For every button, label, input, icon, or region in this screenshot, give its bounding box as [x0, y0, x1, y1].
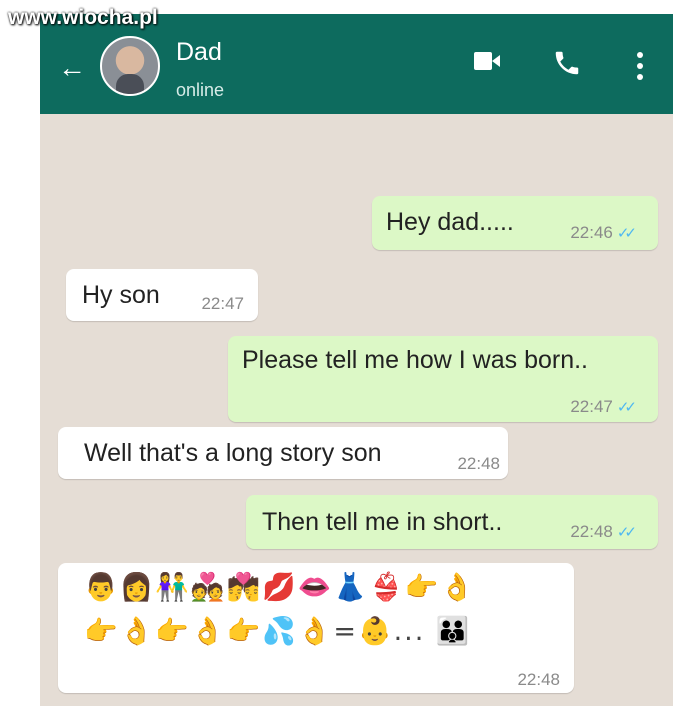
read-ticks-icon: ✓✓	[616, 524, 637, 541]
message-time: 22:47	[570, 397, 613, 416]
contact-status: online	[176, 80, 225, 100]
message-meta: 22:47 ✓✓	[570, 390, 637, 419]
message-time: 22:48	[457, 454, 500, 473]
message-text: Well that's a long story son	[84, 439, 382, 467]
read-ticks-icon: ✓✓	[616, 399, 637, 416]
message-text: Please tell me how I was born..	[242, 346, 588, 374]
chat-screen: ← Dad online Hey dad..... 22:46 ✓✓ Hy son…	[40, 14, 673, 706]
video-call-icon[interactable]	[474, 52, 500, 70]
more-options-icon[interactable]	[636, 52, 644, 82]
back-arrow-icon[interactable]: ←	[58, 52, 86, 84]
message-text: Hey dad.....	[386, 208, 514, 236]
avatar[interactable]	[100, 36, 160, 96]
message-text: Then tell me in short..	[262, 508, 503, 536]
emoji-line: 👨👩👫💑💏💋👄👗👙👉👌	[84, 572, 476, 603]
message-time: 22:47	[201, 294, 244, 313]
message-time: 22:46	[570, 223, 613, 242]
message-meta: 22:48 ✓✓	[570, 515, 637, 544]
message-time: 22:48	[570, 522, 613, 541]
phone-call-icon[interactable]	[552, 48, 582, 78]
message-meta: 22:48	[517, 663, 560, 692]
message-text: Hy son	[82, 281, 160, 309]
message-outgoing[interactable]: Please tell me how I was born.. 22:47 ✓✓	[228, 336, 658, 422]
message-incoming[interactable]: Hy son 22:47	[66, 269, 258, 321]
emoji-line: 👉👌👉👌👉💦👌=👶... 👪	[84, 616, 472, 647]
message-meta: 22:46 ✓✓	[570, 216, 637, 245]
message-outgoing[interactable]: Hey dad..... 22:46 ✓✓	[372, 196, 658, 250]
read-ticks-icon: ✓✓	[616, 225, 637, 242]
message-meta: 22:48	[457, 447, 500, 476]
message-meta: 22:47	[201, 287, 244, 316]
message-outgoing[interactable]: Then tell me in short.. 22:48 ✓✓	[246, 495, 658, 549]
message-incoming-emoji[interactable]: 👨👩👫💑💏💋👄👗👙👉👌 👉👌👉👌👉💦👌=👶... 👪 22:48	[58, 563, 574, 693]
watermark: www.wiocha.pl	[8, 6, 158, 29]
message-time: 22:48	[517, 670, 560, 689]
message-incoming[interactable]: Well that's a long story son 22:48	[58, 427, 508, 479]
contact-name[interactable]: Dad	[176, 38, 222, 67]
